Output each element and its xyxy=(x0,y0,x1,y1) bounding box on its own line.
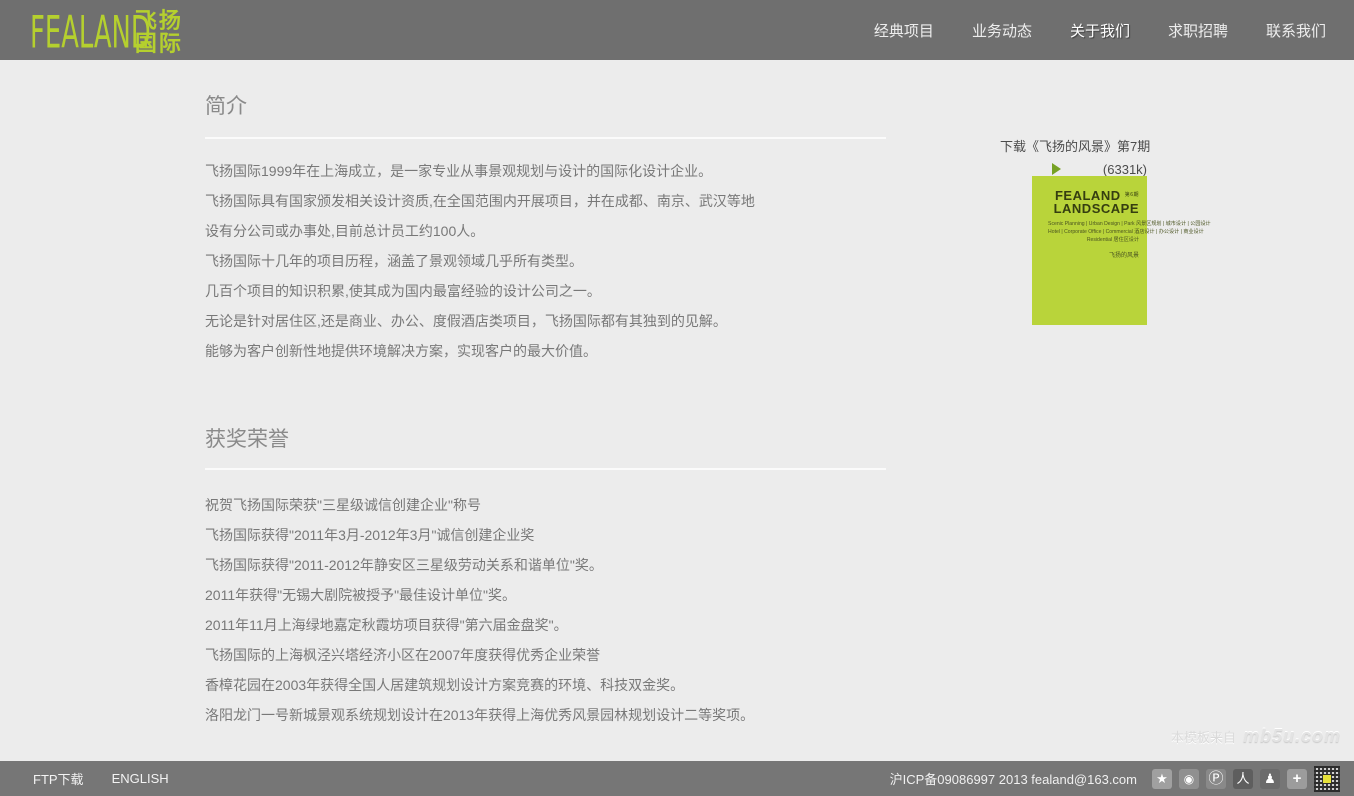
magazine-download-block: 下载《飞扬的风景》第7期 (6331k) xyxy=(1000,136,1147,178)
share-plus-icon[interactable]: + xyxy=(1287,769,1307,789)
download-arrow-icon[interactable] xyxy=(1052,163,1061,175)
awards-divider xyxy=(205,468,886,470)
download-size-label: (6331k) xyxy=(1103,162,1147,177)
intro-line: 几百个项目的知识积累,使其成为国内最富经验的设计公司之一。 xyxy=(205,276,905,306)
magazine-download-link[interactable]: 下载《飞扬的风景》第7期 xyxy=(1000,136,1147,155)
award-line: 2011年获得"无锡大剧院被授予"最佳设计单位"奖。 xyxy=(205,580,905,610)
template-watermark[interactable]: 本模板来自 mb5u.com xyxy=(1171,726,1341,747)
renren-icon[interactable]: 人 xyxy=(1233,769,1253,789)
magazine-cover-image[interactable]: FEALAND 第6期 LANDSCAPE Scenic Planning | … xyxy=(1032,176,1147,325)
intro-line: 飞扬国际1999年在上海成立，是一家专业从事景观规划与设计的国际化设计企业。 xyxy=(205,156,905,186)
nav-item-recruitment[interactable]: 求职招聘 xyxy=(1168,20,1228,41)
tencent-weibo-icon[interactable]: ♟ xyxy=(1260,769,1280,789)
main-nav: 经典项目 业务动态 关于我们 求职招聘 联系我们 xyxy=(874,0,1326,60)
footer-right-cluster: 沪ICP备09086997 2013 fealand@163.com ★ ◉ Ⓟ… xyxy=(890,761,1340,796)
cover-brand-label: 飞扬的风景 xyxy=(1032,250,1139,259)
award-line: 飞扬国际的上海枫泾兴塔经济小区在2007年度获得优秀企业荣誉 xyxy=(205,640,905,670)
footer-links: FTP下载 ENGLISH xyxy=(33,761,169,796)
awards-list: 祝贺飞扬国际荣获"三星级诚信创建企业"称号 飞扬国际获得"2011年3月-201… xyxy=(205,490,905,730)
cover-category-lines: Scenic Planning | Urban Design | Park 风景… xyxy=(1032,220,1139,244)
award-line: 洛阳龙门一号新城景观系统规划设计在2013年获得上海优秀风景园林规划设计二等奖项… xyxy=(205,700,905,730)
watermark-site-logo: mb5u.com xyxy=(1243,726,1341,747)
footer-bar: FTP下载 ENGLISH 沪ICP备09086997 2013 fealand… xyxy=(0,761,1354,796)
award-line: 飞扬国际获得"2011年3月-2012年3月"诚信创建企业奖 xyxy=(205,520,905,550)
icp-record-text: 沪ICP备09086997 2013 fealand@163.com xyxy=(890,769,1137,788)
qr-code-image xyxy=(1314,766,1340,792)
page: FEALAND 飞扬 国际 经典项目 业务动态 关于我们 求职招聘 联系我们 简… xyxy=(0,0,1354,796)
weibo-icon[interactable]: ◉ xyxy=(1179,769,1199,789)
intro-line: 飞扬国际具有国家颁发相关设计资质,在全国范围内开展项目，并在成都、南京、武汉等地 xyxy=(205,186,905,216)
nav-item-about-us[interactable]: 关于我们 xyxy=(1070,20,1130,41)
nav-item-classic-projects[interactable]: 经典项目 xyxy=(874,20,934,41)
intro-line: 能够为客户创新性地提供环境解决方案，实现客户的最大价值。 xyxy=(205,336,905,366)
intro-section-title: 简介 xyxy=(205,90,247,120)
nav-item-business-news[interactable]: 业务动态 xyxy=(972,20,1032,41)
intro-divider xyxy=(205,137,886,139)
awards-section-title: 获奖荣誉 xyxy=(205,423,289,453)
cover-category-line: Hotel | Corporate Office | Commercial 酒店… xyxy=(1048,229,1139,236)
cover-issue-label: 第6期 xyxy=(1125,192,1139,198)
cover-category-line: Scenic Planning | Urban Design | Park 风景… xyxy=(1048,221,1139,228)
intro-line: 无论是针对居住区,还是商业、办公、度假酒店类项目，飞扬国际都有其独到的见解。 xyxy=(205,306,905,336)
cover-title-line2: LANDSCAPE xyxy=(1032,202,1139,216)
award-line: 2011年11月上海绿地嘉定秋霞坊项目获得"第六届金盘奖"。 xyxy=(205,610,905,640)
watermark-prefix: 本模板来自 xyxy=(1171,727,1236,746)
award-line: 飞扬国际获得"2011-2012年静安区三星级劳动关系和谐单位"奖。 xyxy=(205,550,905,580)
award-line: 香樟花园在2003年获得全国人居建筑规划设计方案竞赛的环境、科技双金奖。 xyxy=(205,670,905,700)
logo-wordmark: FEALAND xyxy=(30,7,151,59)
nav-item-contact-us[interactable]: 联系我们 xyxy=(1266,20,1326,41)
footer-link-ftp-download[interactable]: FTP下载 xyxy=(33,769,84,788)
cover-category-line: Residential 居住区设计 xyxy=(1048,237,1139,244)
site-logo[interactable]: FEALAND 飞扬 国际 xyxy=(30,7,187,55)
footer-link-english[interactable]: ENGLISH xyxy=(112,771,169,786)
qzone-icon[interactable]: ★ xyxy=(1152,769,1172,789)
pengyou-icon[interactable]: Ⓟ xyxy=(1206,769,1226,789)
intro-line: 飞扬国际十几年的项目历程，涵盖了景观领域几乎所有类型。 xyxy=(205,246,905,276)
intro-paragraphs: 飞扬国际1999年在上海成立，是一家专业从事景观规划与设计的国际化设计企业。 飞… xyxy=(205,156,905,366)
magazine-cover-content: FEALAND 第6期 LANDSCAPE Scenic Planning | … xyxy=(1032,176,1139,325)
intro-line: 设有分公司或办事处,目前总计员工约100人。 xyxy=(205,216,905,246)
header-bar: FEALAND 飞扬 国际 经典项目 业务动态 关于我们 求职招聘 联系我们 xyxy=(0,0,1354,60)
award-line: 祝贺飞扬国际荣获"三星级诚信创建企业"称号 xyxy=(205,490,905,520)
